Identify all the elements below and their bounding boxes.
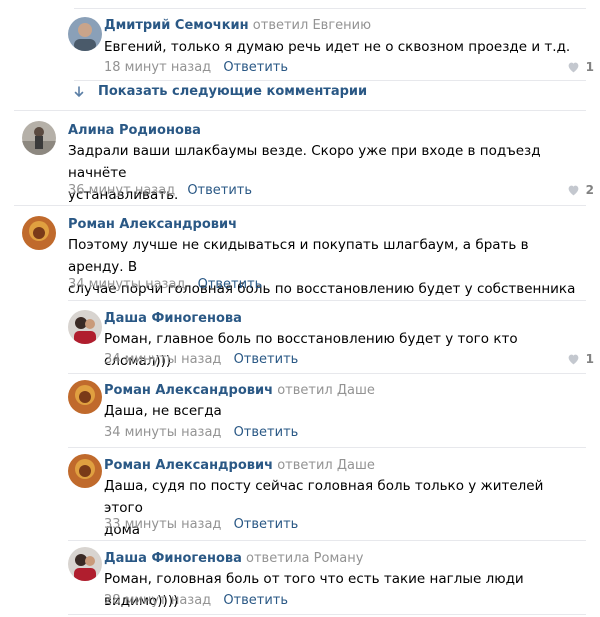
comment-author[interactable]: Дмитрий Семочкин [104,18,249,33]
show-more-comments-button[interactable]: Показать следующие комментарии [74,84,367,99]
comment-author[interactable]: Даша Финогенова [104,551,242,566]
reply-button[interactable]: Ответить [187,183,252,198]
reply-button[interactable]: Ответить [234,352,299,367]
comment-author[interactable]: Даша Финогенова [104,311,242,326]
comment-time[interactable]: 36 минут назад [68,183,175,198]
heart-icon [568,62,579,73]
comment-time[interactable]: 34 минуты назад [104,425,221,440]
comment-time[interactable]: 18 минут назад [104,60,211,75]
like-button[interactable]: 2 [567,183,594,197]
like-count: 1 [585,60,594,74]
like-button[interactable]: 1 [567,60,594,74]
comment-time[interactable]: 34 минуты назад [68,277,185,292]
divider [68,614,586,615]
reply-button[interactable]: Ответить [223,593,288,608]
comment-author[interactable]: Роман Александрович [68,217,237,232]
reply-button[interactable]: Ответить [234,517,299,532]
avatar[interactable] [68,547,102,581]
comment-time[interactable]: 28 минут назад [104,593,211,608]
comment-text: Евгений, только я думаю речь идет не о с… [104,39,571,55]
heart-icon [568,354,579,365]
comment-time[interactable]: 33 минуты назад [104,517,221,532]
divider [74,8,586,9]
reply-button[interactable]: Ответить [198,277,263,292]
heart-icon [568,185,579,196]
divider [14,205,586,206]
comment-time[interactable]: 34 минуты назад [104,352,221,367]
comment-author[interactable]: Алина Родионова [68,123,201,138]
arrow-down-icon [74,85,84,97]
avatar[interactable] [22,216,56,250]
divider [74,80,586,81]
avatar[interactable] [68,380,102,414]
reply-button[interactable]: Ответить [223,60,288,75]
divider [14,110,586,111]
reply-to-label[interactable]: ответил Евгению [253,18,371,33]
comment-text: Даша, не всегда [104,403,222,419]
comment-author[interactable]: Роман Александрович [104,383,273,398]
avatar[interactable] [68,17,102,51]
like-button[interactable]: 1 [567,352,594,366]
comment-author[interactable]: Роман Александрович [104,458,273,473]
like-count: 1 [585,352,594,366]
divider [68,447,586,448]
divider [68,300,586,301]
divider [68,540,586,541]
reply-button[interactable]: Ответить [234,425,299,440]
reply-to-label[interactable]: ответил Даше [277,458,375,473]
show-more-label: Показать следующие комментарии [98,84,368,99]
avatar[interactable] [22,121,56,155]
reply-to-label[interactable]: ответил Даше [277,383,375,398]
avatar[interactable] [68,310,102,344]
reply-to-label[interactable]: ответила Роману [246,551,363,566]
like-count: 2 [585,183,594,197]
avatar[interactable] [68,454,102,488]
divider [68,373,586,374]
